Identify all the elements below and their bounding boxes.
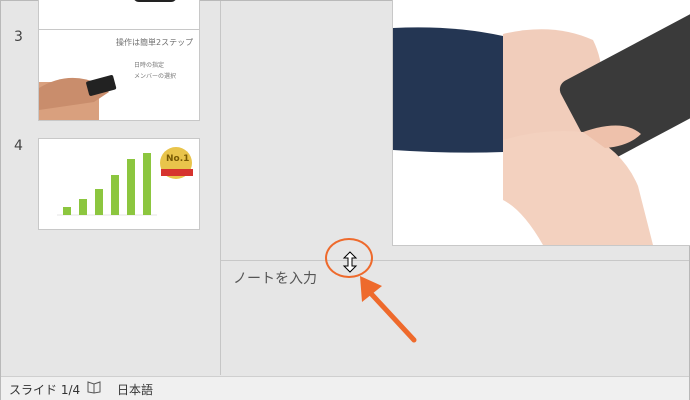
notes-resize-divider[interactable] — [221, 260, 689, 261]
slide-4-bar-chart — [57, 147, 193, 216]
notes-icon[interactable] — [86, 380, 102, 394]
annotation-arrow-icon — [360, 276, 417, 343]
slide-photo — [393, 0, 690, 245]
thumbnail-number: 3 — [14, 29, 23, 45]
slide-3-title: 操作は簡単2ステップ — [116, 38, 194, 47]
thumbnail-slide-4[interactable]: No.1 — [38, 138, 200, 230]
pane-divider[interactable] — [220, 1, 221, 375]
thumbnail-slide-3[interactable]: 操作は簡単2ステップ 日時の指定 メンバーの選択 — [38, 29, 200, 121]
thumbnail-pane[interactable]: 3 操作は簡単2ステップ 日時の指定 メンバーの選択 4 No.1 — [1, 0, 220, 375]
language-indicator[interactable]: 日本語 — [117, 381, 153, 398]
thumbnail-number: 4 — [14, 138, 23, 154]
status-bar: スライド 1/4 日本語 — [1, 376, 689, 400]
notes-input[interactable]: ノートを入力 — [233, 268, 317, 288]
slide-canvas[interactable] — [392, 0, 690, 246]
slide-3-bullet: 日時の指定 — [134, 62, 165, 69]
no1-badge: No.1 — [166, 154, 190, 164]
slide-indicator: スライド 1/4 — [9, 383, 81, 397]
slide-image-fragment — [133, 0, 177, 2]
slide-3-bullet: メンバーの選択 — [134, 73, 177, 80]
